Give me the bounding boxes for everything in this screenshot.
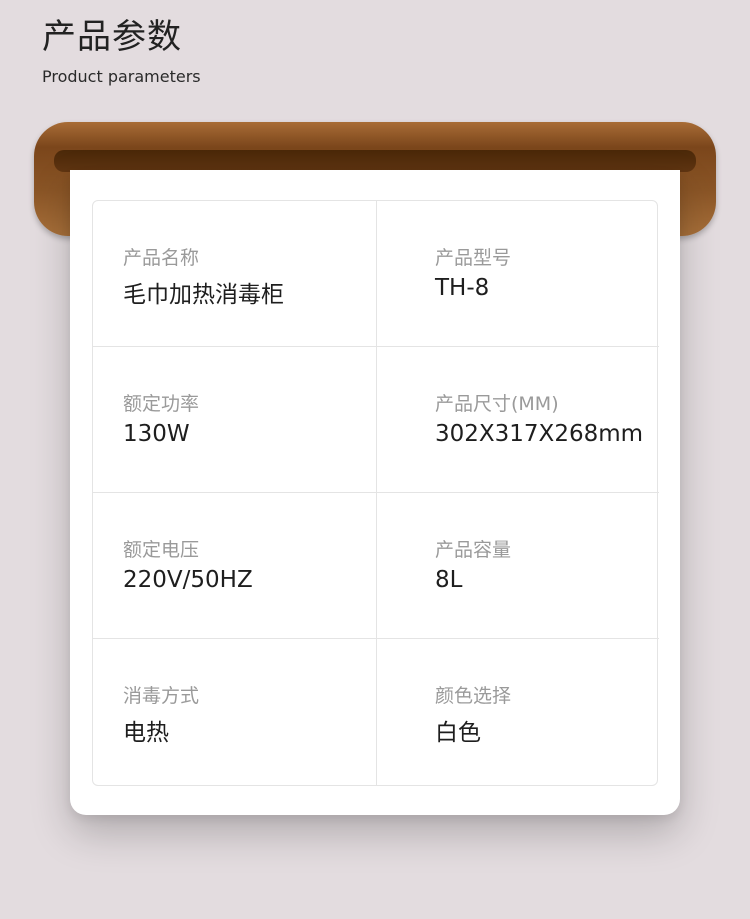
param-value: 白色 [435,720,481,746]
param-value: TH-8 [435,275,490,301]
param-value: 毛巾加热消毒柜 [123,282,284,308]
page-subtitle: Product parameters [42,67,201,86]
param-label: 消毒方式 [123,685,200,707]
param-cell-color: 颜色选择 白色 [376,639,659,785]
param-value: 130W [123,421,190,447]
param-cell-rated-power: 额定功率 130W [93,347,376,493]
param-cell-rated-voltage: 额定电压 220V/50HZ [93,493,376,639]
param-value: 220V/50HZ [123,567,253,593]
param-label: 产品容量 [435,539,512,561]
rail-slot [54,150,696,172]
param-value: 302X317X268mm [435,421,644,447]
param-label: 产品名称 [123,247,200,269]
param-cell-disinfection-method: 消毒方式 电热 [93,639,376,785]
param-label: 额定功率 [123,393,200,415]
param-label: 颜色选择 [435,685,512,707]
param-cell-capacity: 产品容量 8L [376,493,659,639]
param-label: 额定电压 [123,539,200,561]
parameter-table: 产品名称 毛巾加热消毒柜 产品型号 TH-8 额定功率 130W 产品尺寸(MM… [92,200,659,786]
parameter-sheet: 产品名称 毛巾加热消毒柜 产品型号 TH-8 额定功率 130W 产品尺寸(MM… [70,170,680,815]
param-value: 8L [435,567,463,593]
param-label: 产品型号 [435,247,512,269]
param-cell-dimensions: 产品尺寸(MM) 302X317X268mm [376,347,659,493]
param-cell-product-name: 产品名称 毛巾加热消毒柜 [93,201,376,347]
param-cell-model: 产品型号 TH-8 [376,201,659,347]
page-title: 产品参数 [42,17,182,57]
param-value: 电热 [123,720,169,746]
param-label: 产品尺寸(MM) [435,393,559,415]
